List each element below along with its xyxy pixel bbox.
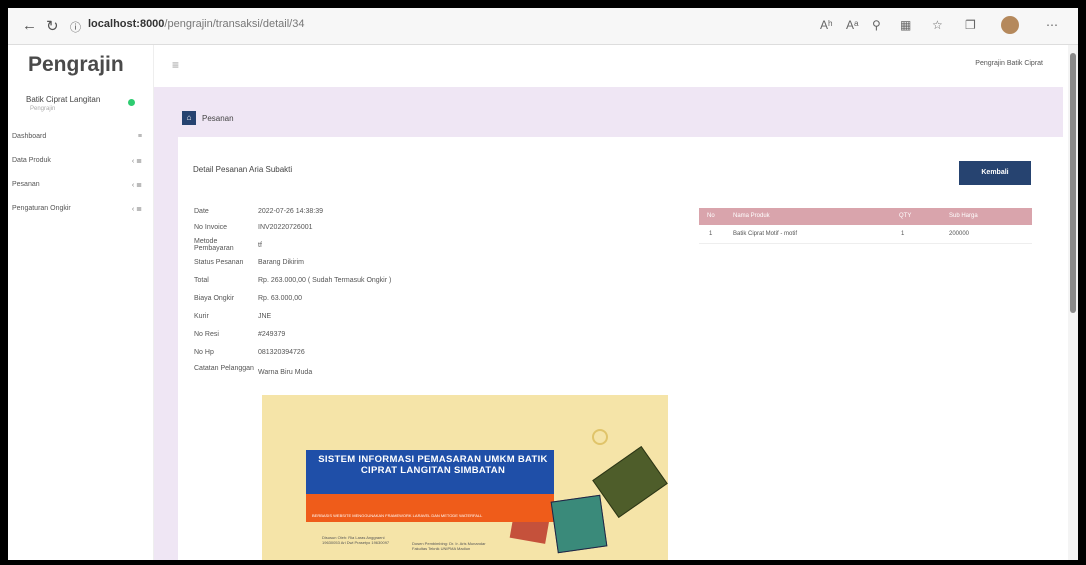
detail-key: Status Pesanan — [194, 259, 244, 266]
sidebar-item-label: Pengaturan Ongkir — [12, 205, 71, 212]
column-header: Nama Produk — [733, 213, 770, 219]
topbar-user-menu[interactable]: Pengrajin Batik Ciprat — [975, 60, 1043, 67]
back-arrow-icon[interactable]: ← — [22, 17, 37, 34]
profile-avatar[interactable] — [1001, 16, 1019, 34]
sidebar-user-role: Pengrajin — [30, 106, 56, 112]
table-row: 1 Batik Ciprat Motif - motif 1 200000 — [699, 225, 1032, 244]
back-button[interactable]: Kembali — [959, 161, 1031, 185]
detail-key: Total — [194, 277, 209, 284]
extensions-icon[interactable]: ▦ — [900, 18, 911, 32]
sidebar: Pengrajin Batik Ciprat Langitan Pengraji… — [8, 45, 154, 560]
detail-value: Rp. 63.000,00 — [258, 295, 302, 302]
sidebar-item-label: Pesanan — [12, 181, 40, 188]
sidebar-item-dashboard[interactable]: Dashboard ≡ — [12, 131, 142, 145]
detail-key: Date — [194, 208, 209, 215]
detail-key: Catatan Pelanggan — [194, 365, 254, 372]
poster-authors: Disusun Oleh: Ria Laras Anggraeni 196300… — [322, 535, 390, 545]
product-icon: ‹ ≣ — [131, 158, 142, 165]
sidebar-user-name[interactable]: Batik Ciprat Langitan — [26, 95, 100, 104]
card-title: Detail Pesanan Aria Subakti — [193, 165, 293, 174]
table-cell: 200000 — [949, 231, 970, 237]
hamburger-menu-icon[interactable]: ≡ — [172, 58, 179, 72]
detail-value: JNE — [258, 313, 272, 320]
info-icon[interactable]: ⓘ — [70, 19, 81, 35]
brand-title[interactable]: Pengrajin — [28, 53, 124, 77]
top-navbar: ≡ Pengrajin Batik Ciprat — [154, 45, 1078, 87]
browser-toolbar: ← ↻ ⓘ localhost:8000/pengrajin/transaksi… — [8, 8, 1078, 45]
decorative-circle — [592, 429, 608, 445]
detail-value: 2022-07-26 14:38:39 — [258, 208, 323, 215]
column-header: QTY — [899, 213, 912, 219]
sidebar-item-label: Data Produk — [12, 157, 51, 164]
browser-window: ← ↻ ⓘ localhost:8000/pengrajin/transaksi… — [8, 8, 1078, 560]
batik-cloth-image — [592, 445, 668, 519]
collections-icon[interactable]: ❐ — [965, 18, 976, 32]
poster-supervisor: Dosen Pembimbing: Dr. Ir. Aris Munandar … — [412, 541, 486, 551]
zoom-text-icon[interactable]: Aᵃ — [846, 18, 858, 32]
detail-value: 081320394726 — [258, 349, 305, 356]
batik-cloth-image — [550, 494, 608, 554]
reader-mode-icon[interactable]: Aʰ — [820, 18, 833, 32]
detail-value: INV20220726001 — [258, 224, 313, 231]
sidebar-item-pengaturan-ongkir[interactable]: Pengaturan Ongkir ‹ ≣ — [12, 203, 142, 217]
order-detail-card: Detail Pesanan Aria Subakti Kembali Date… — [178, 137, 1063, 560]
orders-icon: ‹ ≣ — [131, 182, 142, 189]
detail-value: Barang Dikirim — [258, 259, 304, 266]
online-status-dot — [128, 99, 135, 106]
sidebar-item-label: Dashboard — [12, 133, 47, 140]
column-header: Sub Harga — [949, 213, 978, 219]
url-path: /pengrajin/transaksi/detail/34 — [164, 18, 305, 30]
search-zoom-icon[interactable]: ⚲ — [872, 18, 881, 32]
sidebar-item-data-produk[interactable]: Data Produk ‹ ≣ — [12, 155, 142, 169]
detail-key: No Hp — [194, 349, 214, 356]
detail-key: Biaya Ongkir — [194, 295, 235, 302]
column-header: No — [707, 213, 715, 219]
table-cell: Batik Ciprat Motif - motif — [733, 231, 798, 237]
table-header: No Nama Produk QTY Sub Harga — [699, 208, 1032, 225]
detail-value: Warna Biru Muda — [258, 369, 313, 376]
table-cell: 1 — [709, 231, 713, 237]
url-host: localhost:8000 — [88, 18, 165, 30]
sidebar-item-pesanan[interactable]: Pesanan ‹ ≣ — [12, 179, 142, 193]
favorites-star-icon[interactable]: ☆ — [932, 18, 943, 32]
section-title: Pesanan — [202, 114, 234, 123]
refresh-icon[interactable]: ↻ — [46, 17, 59, 35]
home-icon: ⌂ — [182, 111, 196, 125]
detail-key: Metode Pembayaran — [194, 238, 234, 252]
detail-value: #249379 — [258, 331, 286, 338]
payment-proof-image[interactable]: SISTEM INFORMASI PEMASARAN UMKM BATIK CI… — [262, 395, 668, 560]
detail-key: No Invoice — [194, 224, 228, 231]
settings-icon: ‹ ≣ — [131, 206, 142, 213]
page-scrollbar[interactable] — [1068, 45, 1078, 560]
table-cell: 1 — [901, 231, 905, 237]
scrollbar-thumb[interactable] — [1070, 53, 1076, 313]
detail-key: No Resi — [194, 331, 219, 338]
main-content: ⌂ Pesanan Detail Pesanan Aria Subakti Ke… — [154, 87, 1063, 560]
poster-title: SISTEM INFORMASI PEMASARAN UMKM BATIK CI… — [318, 454, 548, 476]
detail-value: tf — [258, 242, 262, 249]
detail-key: Kurir — [194, 313, 209, 320]
address-bar[interactable]: localhost:8000/pengrajin/transaksi/detai… — [88, 18, 304, 30]
poster-subtitle: BERBASIS WEBSITE MENGGUNAKAN FRAMEWORK L… — [312, 513, 483, 518]
dashboard-icon: ≡ — [137, 133, 142, 140]
detail-value: Rp. 263.000,00 ( Sudah Termasuk Ongkir ) — [258, 277, 392, 284]
more-options-icon[interactable]: ⋯ — [1046, 18, 1058, 32]
